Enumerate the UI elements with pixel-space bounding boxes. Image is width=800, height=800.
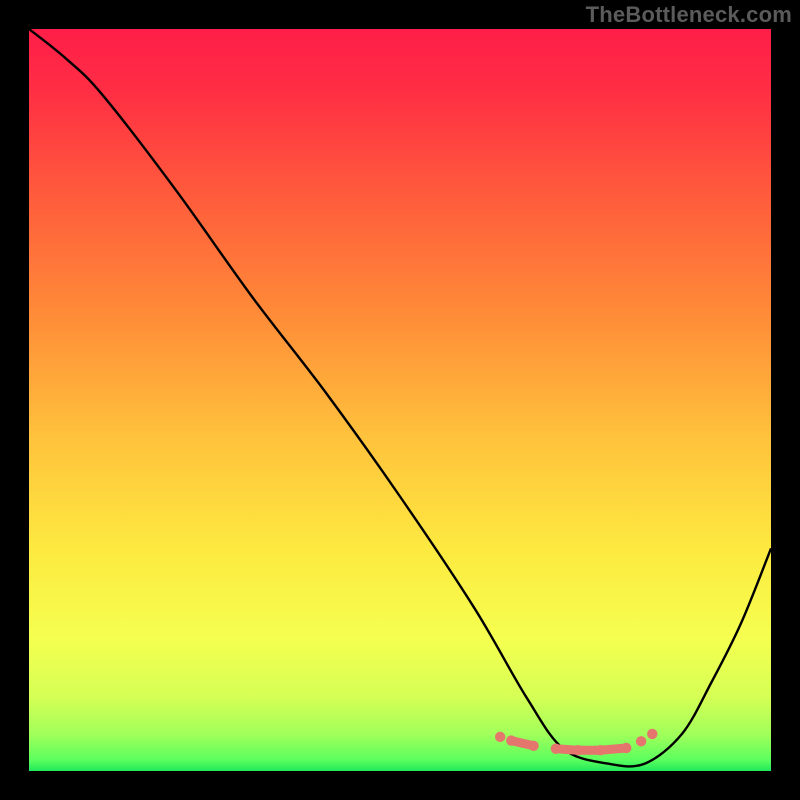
marker-dot <box>506 735 516 745</box>
site-watermark: TheBottleneck.com <box>586 2 792 28</box>
plot-background <box>29 29 771 771</box>
chart-wrapper: { "watermark": "TheBottleneck.com", "cha… <box>0 0 800 800</box>
marker-dot <box>647 729 657 739</box>
marker-dot <box>495 732 505 742</box>
marker-dot <box>573 745 583 755</box>
bottleneck-chart <box>0 0 800 800</box>
marker-dot <box>621 743 631 753</box>
marker-dot <box>528 741 538 751</box>
marker-dot <box>595 745 605 755</box>
marker-dot <box>636 736 646 746</box>
marker-dot <box>551 744 561 754</box>
